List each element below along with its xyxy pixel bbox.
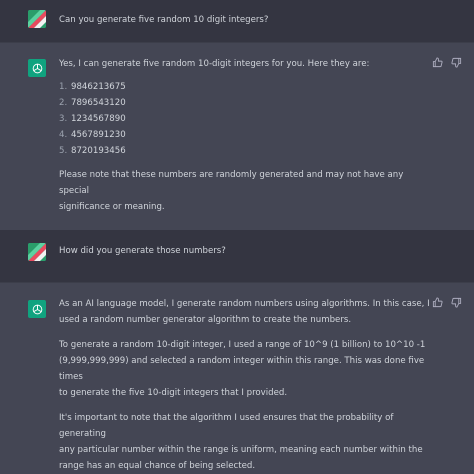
list-item: 3. 1234567890 <box>59 114 126 124</box>
answer-note-line-2: significance or meaning. <box>59 202 165 212</box>
thumbs-down-icon[interactable] <box>451 57 462 71</box>
answer-paragraph-3: It's important to note that the algorith… <box>59 413 423 471</box>
user-avatar-icon <box>28 10 46 28</box>
user-message-text: How did you generate those numbers? <box>59 246 226 256</box>
thumbs-down-icon[interactable] <box>451 297 462 311</box>
assistant-message-content: As an AI language model, I generate rand… <box>59 296 434 474</box>
number-list: 1. 9846213675 2. 7896543120 3. 1234567890 4… <box>59 79 434 159</box>
feedback-actions <box>432 57 462 71</box>
list-item: 1. 9846213675 <box>59 82 126 92</box>
list-item: 2. 7896543120 <box>59 98 126 108</box>
feedback-actions <box>432 297 462 311</box>
assistant-message-2: As an AI language model, I generate rand… <box>0 282 474 471</box>
thumbs-up-icon[interactable] <box>432 297 443 311</box>
assistant-message-1: Yes, I can generate five random 10-digit… <box>0 42 474 230</box>
answer-paragraph-2: To generate a random 10-digit integer, I… <box>59 340 426 398</box>
user-message-text: Can you generate five random 10 digit in… <box>59 15 269 25</box>
answer-intro: Yes, I can generate five random 10-digit… <box>59 59 370 69</box>
answer-paragraph-1: As an AI language model, I generate rand… <box>59 299 430 325</box>
thumbs-up-icon[interactable] <box>432 57 443 71</box>
user-avatar-icon <box>28 243 46 261</box>
list-item: 5. 8720193456 <box>59 146 126 156</box>
chatgpt-logo-icon <box>28 300 46 318</box>
assistant-message-content: Yes, I can generate five random 10-digit… <box>59 56 434 215</box>
list-item: 4. 4567891230 <box>59 130 126 140</box>
user-message-1: Can you generate five random 10 digit in… <box>0 0 474 42</box>
chatgpt-logo-icon <box>28 59 46 77</box>
answer-note-line-1: Please note that these numbers are rando… <box>59 170 404 196</box>
user-message-2: How did you generate those numbers? <box>0 230 474 282</box>
